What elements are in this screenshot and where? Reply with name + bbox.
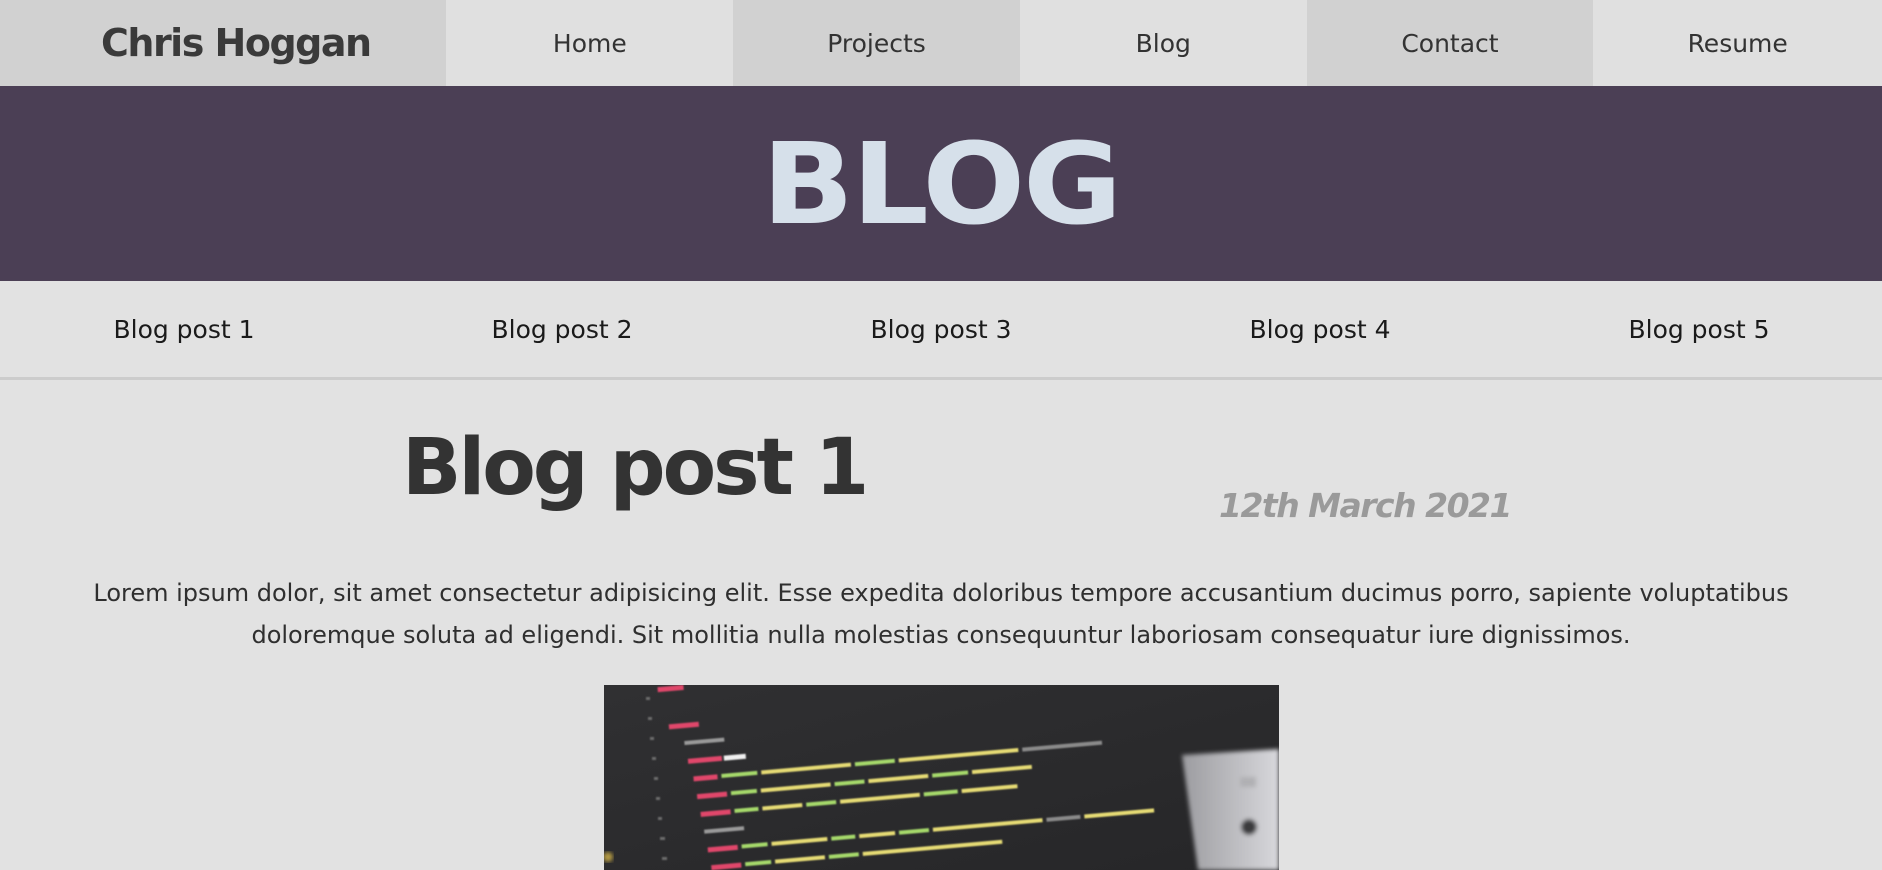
site-brand[interactable]: Chris Hoggan (0, 0, 447, 86)
hero-title: BLOG (761, 119, 1123, 250)
tab-blog-post-5[interactable]: Blog post 5 (1559, 281, 1839, 377)
nav-home[interactable]: Home (446, 0, 734, 86)
nav-blog[interactable]: Blog (1019, 0, 1307, 86)
tab-blog-post-1[interactable]: Blog post 1 (44, 281, 324, 377)
code-screenshot-image (604, 685, 1279, 870)
blog-post-tabs: Blog post 1 Blog post 2 Blog post 3 Blog… (0, 281, 1882, 380)
post-date: 12th March 2021 (1219, 486, 1512, 525)
top-navigation: Chris Hoggan Home Projects Blog Contact … (0, 0, 1882, 86)
post-body: Lorem ipsum dolor, sit amet consectetur … (93, 579, 1789, 649)
tab-blog-post-3[interactable]: Blog post 3 (801, 281, 1081, 377)
tab-blog-post-2[interactable]: Blog post 2 (422, 281, 702, 377)
nav-contact[interactable]: Contact (1306, 0, 1594, 86)
post-title: Blog post 1 (402, 423, 869, 513)
tab-blog-post-4[interactable]: Blog post 4 (1180, 281, 1460, 377)
nav-projects[interactable]: Projects (733, 0, 1020, 86)
hero-banner: BLOG (0, 86, 1882, 281)
nav-resume[interactable]: Resume (1593, 0, 1882, 86)
